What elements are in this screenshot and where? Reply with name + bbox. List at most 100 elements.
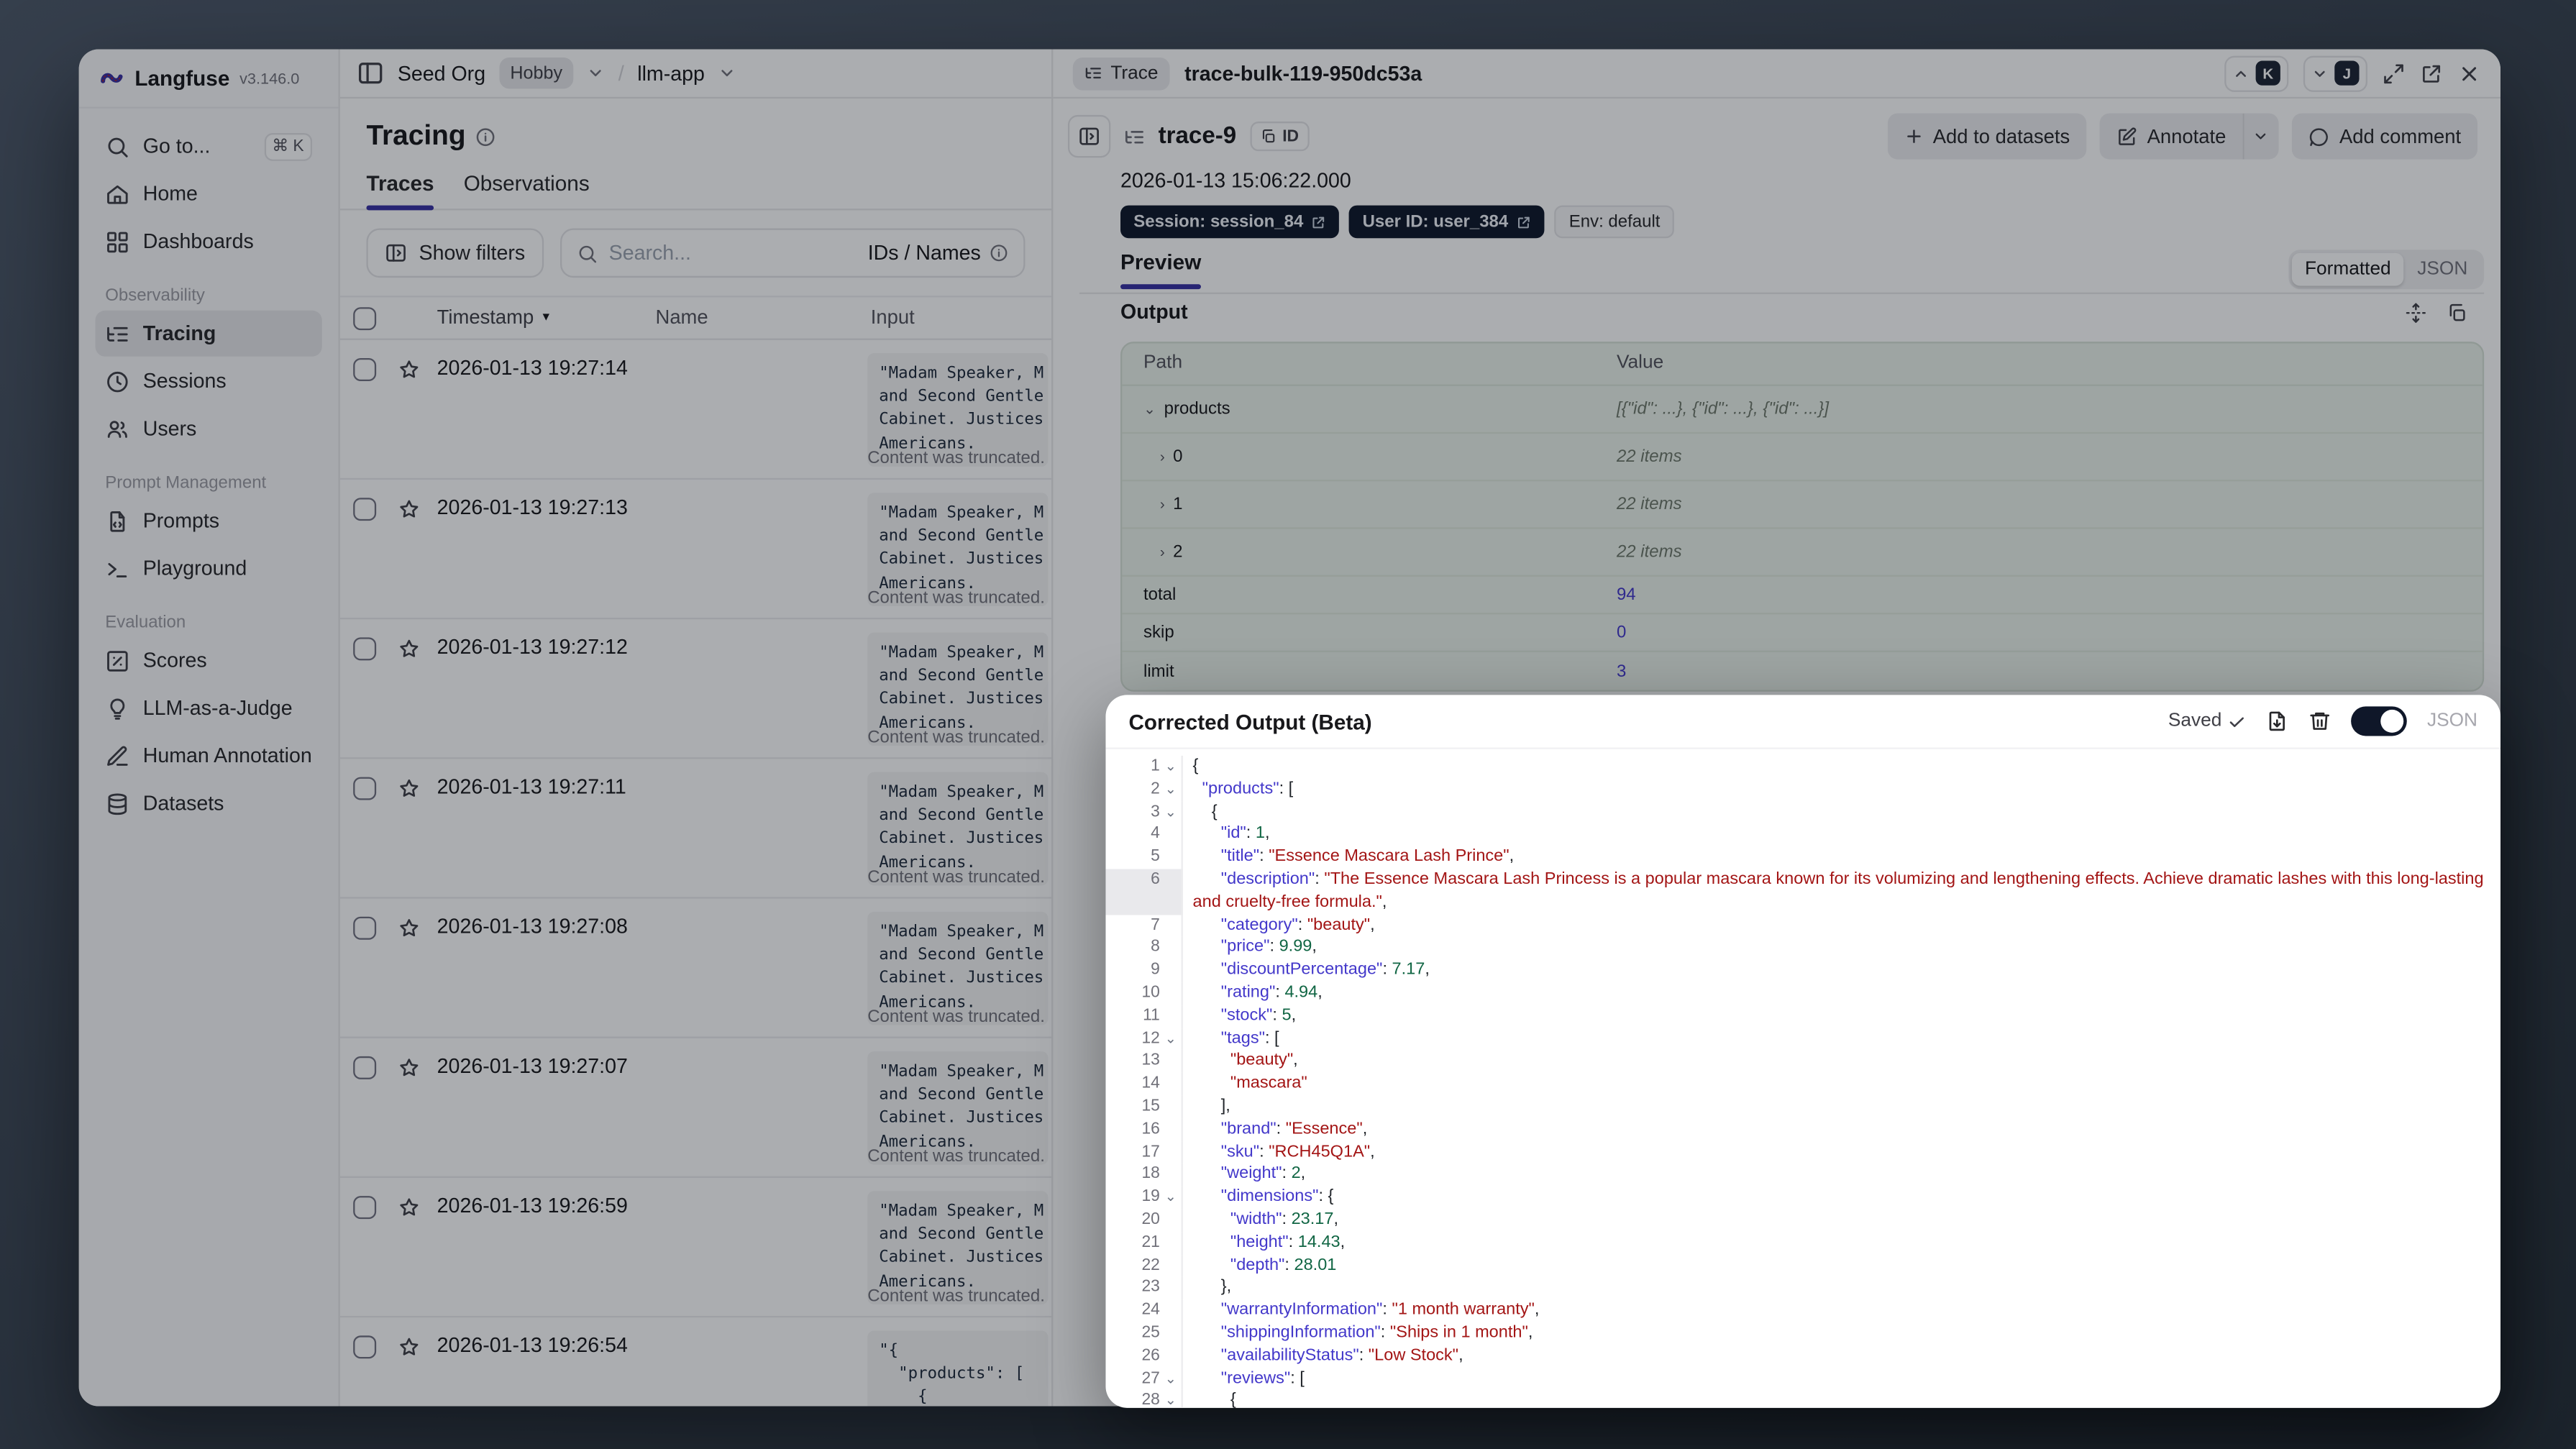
line-gutter: 27 ⌄ [1105,1367,1183,1391]
line-gutter: 5 [1105,846,1183,869]
code-content: "category": "beauty", [1220,915,1375,934]
code-line[interactable]: 19 ⌄ "dimensions": { [1105,1186,2500,1210]
line-gutter: 12 ⌄ [1105,1028,1183,1051]
code-line[interactable]: 20 "width": 23.17, [1105,1209,2500,1232]
code-line[interactable]: 23 }, [1105,1276,2500,1300]
line-number: 8 [1151,938,1160,957]
line-number: 6 [1151,870,1160,889]
line-number: 21 [1141,1233,1160,1252]
fold-chevron-icon[interactable]: ⌄ [1160,1187,1182,1210]
code-line[interactable]: 7 "category": "beauty", [1105,914,2500,938]
code-line[interactable]: 24 "warrantyInformation": "1 month warra… [1105,1299,2500,1322]
code-content: { [1192,1391,1236,1408]
corrected-output-card: Corrected Output (Beta) Saved JSON 1 ⌄{2 ⌄… [1105,695,2501,1408]
code-line[interactable]: 28 ⌄ { [1105,1390,2500,1408]
fold-chevron-icon[interactable]: ⌄ [1160,756,1182,779]
code-line[interactable]: 25 "shippingInformation": "Ships in 1 mo… [1105,1322,2500,1345]
fold-chevron-icon[interactable]: ⌄ [1160,1368,1182,1391]
code-content: "id": 1, [1220,825,1270,844]
fold-chevron-icon[interactable]: ⌄ [1160,1028,1182,1051]
line-number: 26 [1141,1346,1160,1365]
line-number: 12 [1141,1029,1160,1048]
code-line[interactable]: 4 "id": 1, [1105,823,2500,846]
code-content: "depth": 28.01 [1230,1256,1337,1274]
code-content: }, [1192,1279,1232,1297]
line-number: 9 [1151,961,1160,979]
line-gutter: 15 [1105,1095,1183,1119]
code-content: "stock": 5, [1220,1006,1297,1025]
line-number: 28 [1141,1391,1160,1408]
code-line[interactable]: 6 "description": "The Essence Mascara La… [1105,869,2500,915]
code-content: "mascara" [1230,1074,1307,1093]
line-number: 11 [1143,1006,1160,1025]
line-gutter: 17 [1105,1141,1183,1164]
code-line[interactable]: 1 ⌄ { [1105,755,2500,779]
line-gutter: 20 [1105,1209,1183,1232]
line-number: 16 [1141,1120,1160,1138]
fold-chevron-icon[interactable]: ⌄ [1160,801,1182,824]
code-line[interactable]: 11 "stock": 5, [1105,1005,2500,1028]
code-line[interactable]: 8 "price": 9.99, [1105,937,2500,960]
json-toggle[interactable] [2351,706,2408,736]
corrected-output-title: Corrected Output (Beta) [1128,708,1372,734]
line-gutter: 7 [1105,914,1183,938]
line-gutter: 16 [1105,1118,1183,1141]
delete-icon[interactable] [2308,710,2331,733]
code-line[interactable]: 14 "mascara" [1105,1073,2500,1096]
code-content: "height": 14.43, [1230,1233,1346,1252]
line-gutter: 8 [1105,937,1183,960]
fold-chevron-icon[interactable]: ⌄ [1160,778,1182,801]
line-gutter: 6 [1105,869,1183,915]
code-content: "price": 9.99, [1220,938,1317,957]
fold-chevron-icon[interactable]: ⌄ [1160,1390,1182,1408]
code-line[interactable]: 16 "brand": "Essence", [1105,1118,2500,1141]
code-line[interactable]: 13 "beauty", [1105,1050,2500,1074]
code-line[interactable]: 22 "depth": 28.01 [1105,1254,2500,1277]
saved-label: Saved [2168,711,2222,731]
save-file-icon[interactable] [2266,710,2289,733]
code-line[interactable]: 12 ⌄ "tags": [ [1105,1028,2500,1051]
code-line[interactable]: 5 "title": "Essence Mascara Lash Prince"… [1105,846,2500,869]
line-gutter: 24 [1105,1299,1183,1322]
code-line[interactable]: 17 "sku": "RCH45Q1A", [1105,1141,2500,1164]
code-content: "title": "Essence Mascara Lash Prince", [1220,848,1515,867]
code-content: "tags": [ [1220,1029,1279,1048]
line-gutter: 26 [1105,1345,1183,1368]
line-number: 4 [1151,825,1160,844]
code-line[interactable]: 21 "height": 14.43, [1105,1231,2500,1255]
code-line[interactable]: 15 ], [1105,1095,2500,1119]
line-gutter: 11 [1105,1005,1183,1028]
code-content: ], [1192,1097,1230,1116]
code-line[interactable]: 10 "rating": 4.94, [1105,982,2500,1005]
line-gutter: 28 ⌄ [1105,1390,1183,1408]
line-number: 13 [1141,1051,1160,1071]
code-content: { [1192,803,1218,821]
code-line[interactable]: 2 ⌄ "products": [ [1105,778,2500,801]
check-icon [2229,712,2247,730]
code-content: "description": "The Essence Mascara Lash… [1192,870,2489,912]
code-line[interactable]: 9 "discountPercentage": 7.17, [1105,959,2500,983]
code-line[interactable]: 18 "weight": 2, [1105,1164,2500,1187]
code-line[interactable]: 27 ⌄ "reviews": [ [1105,1367,2500,1391]
saved-status: Saved [2168,711,2247,731]
code-line[interactable]: 3 ⌄ { [1105,800,2500,824]
line-gutter: 13 [1105,1050,1183,1074]
code-line[interactable]: 26 "availabilityStatus": "Low Stock", [1105,1345,2500,1368]
line-gutter: 18 [1105,1164,1183,1187]
json-code-editor[interactable]: 1 ⌄{2 ⌄ "products": [3 ⌄ {4 "id": 1, 5 "titl… [1105,747,2501,1408]
